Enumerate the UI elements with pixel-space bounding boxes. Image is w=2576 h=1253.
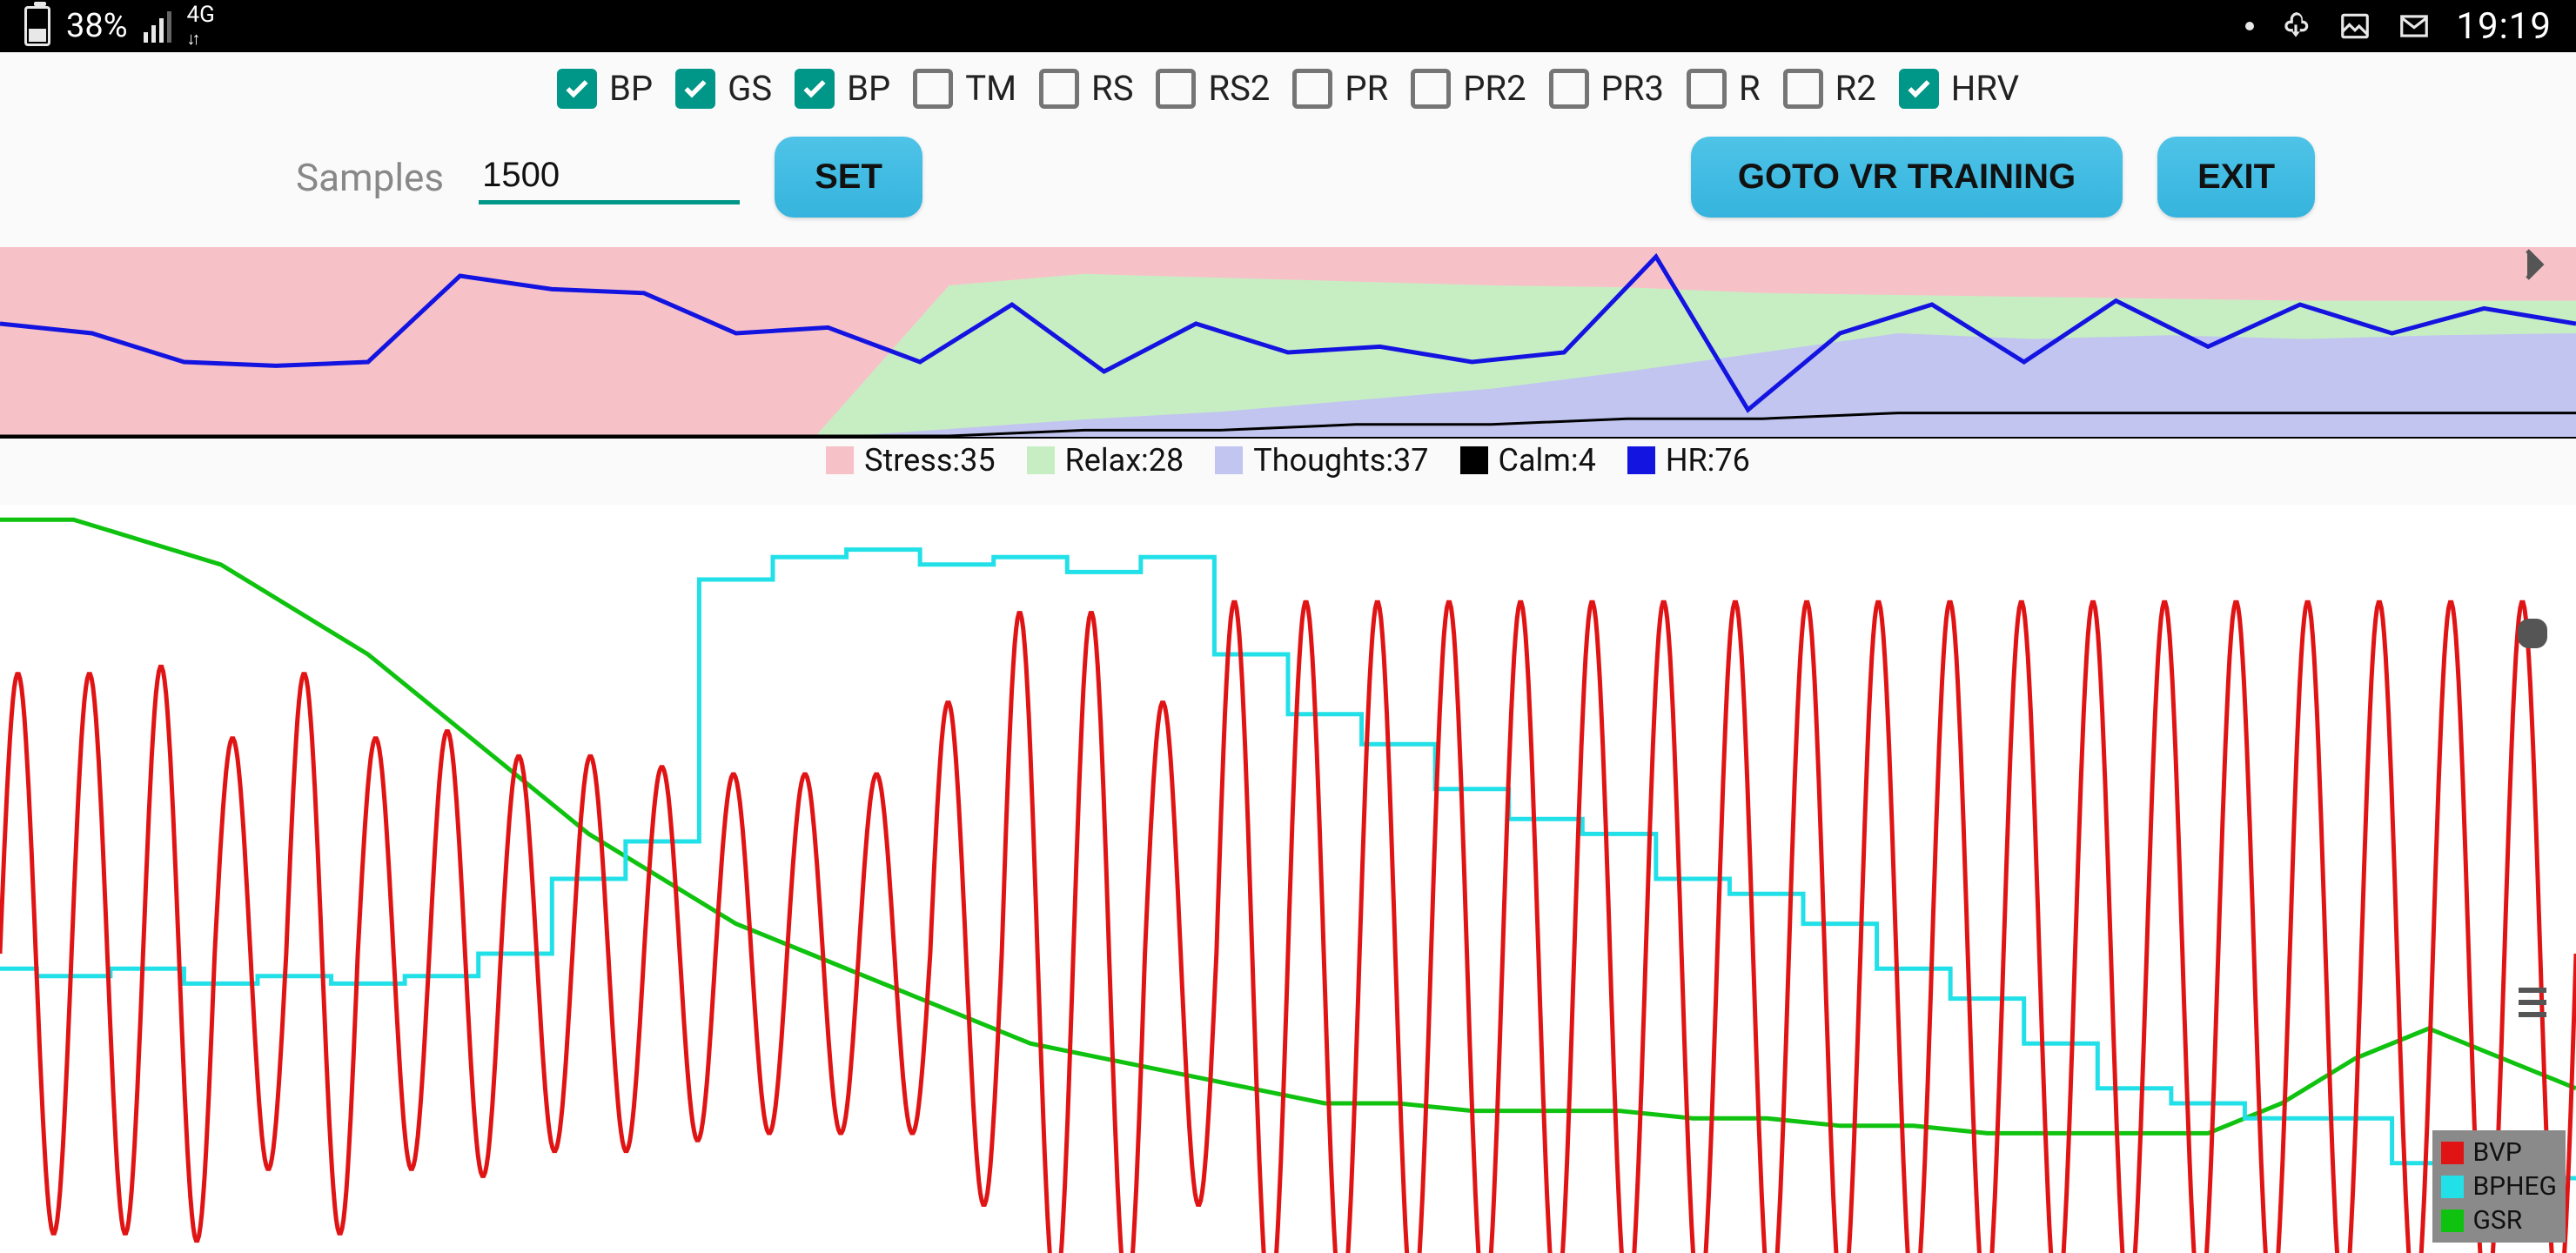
network-type: 4G↓↑ [187, 3, 215, 49]
recent-apps-icon[interactable] [2512, 982, 2553, 1027]
checkbox-r2[interactable] [1783, 69, 1823, 109]
checkbox-label: RS [1091, 68, 1133, 109]
checkbox-row: BP GS BP TM RS RS2 PR PR2 PR3 R R2 HRV [0, 52, 2576, 114]
home-icon[interactable] [2512, 613, 2553, 658]
checkbox-label: R2 [1835, 68, 1876, 109]
exit-button[interactable]: EXIT [2157, 137, 2315, 218]
back-icon[interactable] [2512, 244, 2553, 289]
signal-icon [144, 10, 171, 43]
checkbox-label: PR [1345, 68, 1388, 109]
battery-icon [24, 6, 50, 46]
checkbox-label: HRV [1951, 68, 2019, 109]
controls-row: Samples SET GOTO VR TRAINING EXIT [0, 114, 2576, 244]
legend-item: Stress:35 [826, 442, 995, 479]
checkbox-bp[interactable] [557, 69, 597, 109]
android-nav-bar [2489, 70, 2576, 1253]
mail-icon [2397, 9, 2432, 44]
signal-chart: BVPBPHEGGSR [0, 489, 2576, 1253]
checkbox-label: BP [847, 68, 890, 109]
picture-icon [2338, 9, 2372, 44]
legend-item: Relax:28 [1027, 442, 1184, 479]
checkbox-label: RS2 [1208, 68, 1270, 109]
checkbox-hrv[interactable] [1899, 69, 1939, 109]
checkbox-pr3[interactable] [1549, 69, 1589, 109]
legend-item: Thoughts:37 [1215, 442, 1428, 479]
checkbox-label: BP [609, 68, 653, 109]
checkbox-label: R [1739, 68, 1761, 109]
checkbox-pr2[interactable] [1411, 69, 1451, 109]
checkbox-label: TM [965, 68, 1016, 109]
checkbox-rs2[interactable] [1156, 69, 1196, 109]
emotion-chart: Stress:35 Relax:28 Thoughts:37 Calm:4 HR:76 [0, 247, 2576, 489]
dot-icon [2245, 22, 2254, 30]
legend-item: HR:76 [1627, 442, 1750, 479]
checkbox-bp2[interactable] [795, 69, 835, 109]
download-icon [2278, 9, 2313, 44]
android-status-bar: 38% 4G↓↑ 19:19 [0, 0, 2576, 52]
checkbox-pr[interactable] [1292, 69, 1332, 109]
checkbox-label: GS [728, 68, 772, 109]
checkbox-r[interactable] [1687, 69, 1727, 109]
samples-input[interactable] [479, 151, 740, 204]
battery-percent: 38% [66, 7, 128, 45]
clock: 19:19 [2456, 5, 2552, 48]
goto-vr-training-button[interactable]: GOTO VR TRAINING [1691, 137, 2123, 218]
checkbox-rs[interactable] [1039, 69, 1079, 109]
set-button[interactable]: SET [775, 137, 922, 218]
samples-label: Samples [296, 155, 444, 200]
legend-item: Calm:4 [1460, 442, 1596, 479]
checkbox-gs[interactable] [675, 69, 715, 109]
checkbox-tm[interactable] [913, 69, 953, 109]
checkbox-label: PR3 [1601, 68, 1664, 109]
checkbox-label: PR2 [1463, 68, 1526, 109]
emotion-chart-legend: Stress:35 Relax:28 Thoughts:37 Calm:4 HR:76 [0, 439, 2576, 489]
